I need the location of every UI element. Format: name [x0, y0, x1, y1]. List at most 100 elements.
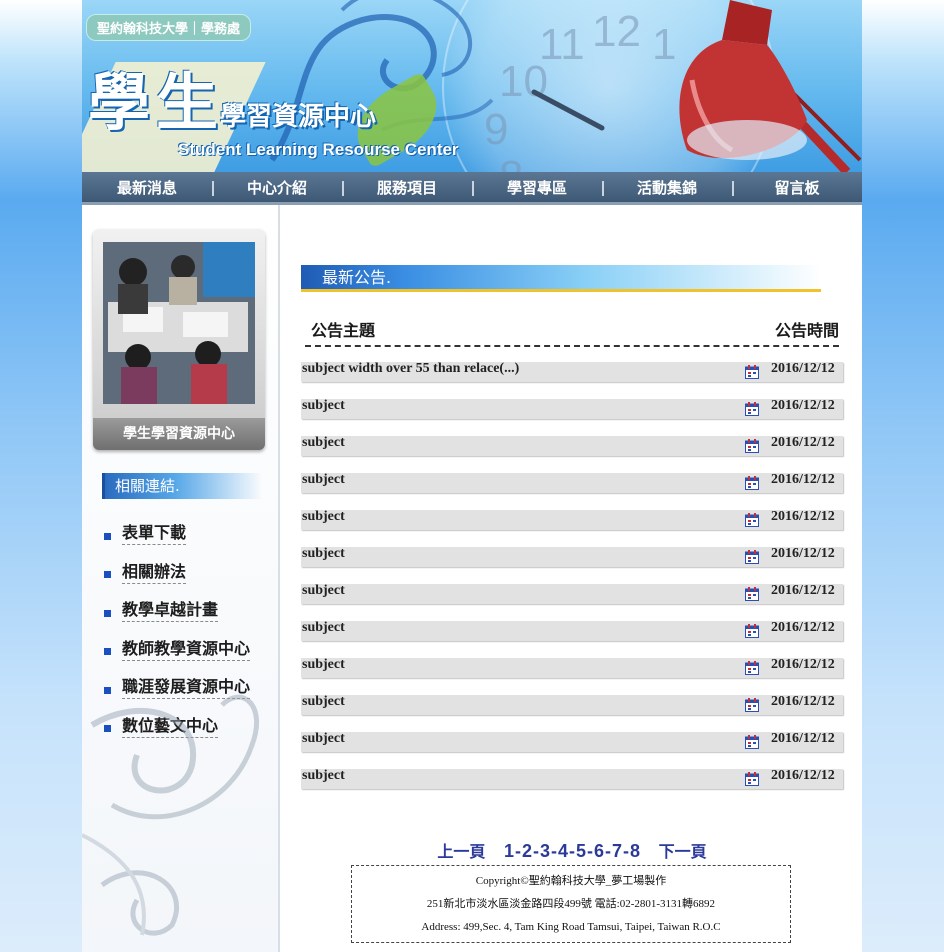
announcement-row[interactable]: subject 2016/12/12: [301, 657, 843, 678]
footer: Copyright©聖約翰科技大學_夢工場製作 251新北市淡水區淡金路四段49…: [351, 865, 791, 943]
bullet-icon: [104, 532, 111, 540]
announcement-subject[interactable]: subject: [302, 583, 345, 599]
sidebar: 學生學習資源中心 相關連結. 表單下載 相關辦法 教學卓越計畫 教師教學資源中心…: [82, 205, 280, 952]
pager-page-4[interactable]: 4: [558, 841, 568, 861]
announcement-subject[interactable]: subject width over 55 than relace(...): [302, 361, 519, 377]
link-teacher-resource-center[interactable]: 教師教學資源中心: [122, 635, 251, 661]
calendar-icon: [745, 402, 759, 416]
announcement-row[interactable]: subject 2016/12/12: [301, 583, 843, 604]
pager-prev-button[interactable]: 上一頁: [437, 842, 485, 861]
announcement-row[interactable]: subject 2016/12/12: [301, 435, 843, 456]
pagination: 上一頁 1-2-3-4-5-6-7-8 下一頁: [301, 838, 843, 862]
nav-item-learning[interactable]: 學習專區: [472, 177, 602, 198]
pager-page-3[interactable]: 3: [540, 841, 550, 861]
footer-copyright: Copyright©聖約翰科技大學_夢工場製作: [475, 875, 667, 887]
main-navigation: 最新消息 中心介紹 服務項目 學習專區 活動集錦 留言板: [82, 172, 862, 205]
bullet-icon: [104, 571, 111, 579]
announcement-date: 2016/12/12: [771, 509, 835, 524]
pager-separator: -: [623, 841, 630, 861]
announcement-subject[interactable]: subject: [302, 435, 345, 451]
calendar-icon: [745, 550, 759, 564]
students-photo-image: [103, 242, 255, 404]
announcement-row[interactable]: subject 2016/12/12: [301, 472, 843, 493]
link-item: 表單下載: [104, 513, 250, 552]
nav-item-guestbook[interactable]: 留言板: [732, 177, 862, 198]
pager-page-8[interactable]: 8: [630, 841, 640, 861]
calendar-icon: [745, 439, 759, 453]
pager-separator: -: [532, 841, 539, 861]
announcement-date: 2016/12/12: [771, 694, 835, 709]
announcement-date: 2016/12/12: [771, 435, 835, 450]
announcement-date: 2016/12/12: [771, 731, 835, 746]
pager-page-6[interactable]: 6: [594, 841, 604, 861]
announcement-date: 2016/12/12: [771, 472, 835, 487]
link-item: 教師教學資源中心: [104, 629, 251, 668]
pager-separator: -: [569, 841, 575, 861]
announcement-row[interactable]: subject 2016/12/12: [301, 398, 843, 419]
announcement-subject[interactable]: subject: [302, 509, 345, 525]
footer-address-zh: 251新北市淡水區淡金路四段499號 電話:02-2801-3131轉6892: [426, 898, 716, 910]
page-wrapper: 11 12 1 10 9 8 聖約翰科技大學｜學務處 學生 學習資源中心 Stu…: [82, 0, 862, 952]
main-content: 最新公告. 公告主題 公告時間 subject width over 55 th…: [301, 205, 843, 952]
pager-numbers: 1-2-3-4-5-6-7-8: [503, 841, 641, 861]
link-item: 相關辦法: [104, 552, 250, 591]
school-badge: 聖約翰科技大學｜學務處: [86, 14, 252, 41]
site-title-english: Student Learning Resourse Center: [178, 140, 459, 159]
pager-page-7[interactable]: 7: [612, 841, 622, 861]
announcement-subject[interactable]: subject: [302, 731, 345, 747]
header-banner: 11 12 1 10 9 8 聖約翰科技大學｜學務處 學生 學習資源中心 Stu…: [82, 0, 862, 172]
announcement-subject[interactable]: subject: [302, 768, 345, 784]
announcement-date: 2016/12/12: [771, 620, 835, 635]
link-teaching-excellence[interactable]: 教學卓越計畫: [122, 596, 219, 623]
announcement-row[interactable]: subject 2016/12/12: [301, 768, 843, 789]
announcement-subject[interactable]: subject: [302, 657, 345, 673]
content-area: 學生學習資源中心 相關連結. 表單下載 相關辦法 教學卓越計畫 教師教學資源中心…: [82, 205, 862, 952]
students-photo: [103, 242, 255, 404]
pager-page-1[interactable]: 1: [504, 841, 514, 861]
nav-item-services[interactable]: 服務項目: [342, 177, 472, 198]
announcement-subject[interactable]: subject: [302, 398, 345, 414]
link-forms-download[interactable]: 表單下載: [122, 519, 187, 546]
link-item: 教學卓越計畫: [104, 590, 250, 629]
nav-item-activities[interactable]: 活動集錦: [602, 177, 732, 198]
desk-lamp-illustration: [679, 0, 862, 172]
column-header-date: 公告時間: [774, 321, 839, 340]
pager-separator: -: [587, 841, 594, 861]
calendar-icon: [745, 365, 759, 379]
calendar-icon: [745, 772, 759, 786]
announcement-row[interactable]: subject width over 55 than relace(...) 20…: [301, 361, 843, 382]
announcement-row[interactable]: subject 2016/12/12: [301, 546, 843, 567]
announcement-row[interactable]: subject 2016/12/12: [301, 694, 843, 715]
divider: [305, 345, 839, 349]
announcement-subject[interactable]: subject: [302, 546, 345, 562]
announcement-date: 2016/12/12: [771, 657, 835, 672]
nav-item-news[interactable]: 最新消息: [82, 177, 212, 198]
announcement-row[interactable]: subject 2016/12/12: [301, 509, 843, 530]
announcement-subject[interactable]: subject: [302, 694, 345, 710]
announcement-row[interactable]: subject 2016/12/12: [301, 731, 843, 752]
announcement-column-headers: 公告主題 公告時間: [311, 317, 839, 341]
calendar-icon: [745, 698, 759, 712]
calendar-icon: [745, 624, 759, 638]
calendar-icon: [745, 735, 759, 749]
announcement-date: 2016/12/12: [771, 768, 835, 783]
announcement-subject[interactable]: subject: [302, 472, 345, 488]
latest-announcements-title: 最新公告.: [301, 265, 821, 292]
calendar-icon: [745, 661, 759, 675]
announcement-row[interactable]: subject 2016/12/12: [301, 620, 843, 641]
column-header-subject: 公告主題: [311, 321, 376, 340]
footer-address-en: Address: 499,Sec. 4, Tam King Road Tamsu…: [421, 921, 721, 933]
photo-card[interactable]: 學生學習資源中心: [93, 229, 265, 450]
nav-item-about[interactable]: 中心介紹: [212, 177, 342, 198]
pager-page-2[interactable]: 2: [522, 841, 532, 861]
pager-separator: -: [514, 841, 521, 861]
bullet-icon: [104, 609, 111, 617]
pager-page-5[interactable]: 5: [576, 841, 586, 861]
announcement-date: 2016/12/12: [771, 583, 835, 598]
calendar-icon: [745, 513, 759, 527]
announcement-subject[interactable]: subject: [302, 620, 345, 636]
link-regulations[interactable]: 相關辦法: [122, 558, 187, 584]
pager-next-button[interactable]: 下一頁: [659, 842, 707, 861]
site-title-sub: 學習資源中心: [220, 102, 377, 132]
swirl-decoration: [82, 694, 259, 936]
